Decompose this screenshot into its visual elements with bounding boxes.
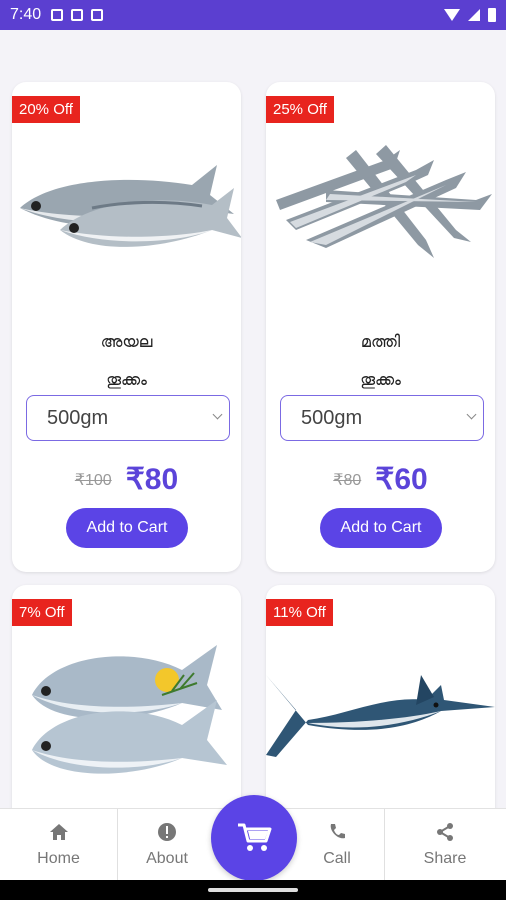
notification-icon xyxy=(51,9,64,21)
sim-icon xyxy=(71,9,84,21)
discount-badge: 11% Off xyxy=(266,599,333,626)
signal-icon xyxy=(468,9,480,21)
discounted-price: ₹80 xyxy=(125,463,179,496)
cart-button[interactable] xyxy=(211,795,297,881)
chevron-down-icon xyxy=(212,409,223,420)
original-price: ₹80 xyxy=(333,471,362,489)
nav-call[interactable]: Call xyxy=(290,809,384,881)
nav-home-label: Home xyxy=(37,850,80,867)
home-icon xyxy=(49,822,69,842)
status-bar: 7:40 xyxy=(0,0,506,30)
discount-badge: 7% Off xyxy=(12,599,72,626)
pomfret-fish-image xyxy=(32,645,227,774)
weight-select-value: 500gm xyxy=(301,406,363,429)
original-price: ₹100 xyxy=(74,471,112,489)
discount-badge: 20% Off xyxy=(12,96,80,123)
product-card[interactable]: 20% Off അയല തൂക്കം 500gm ₹100 ₹80 Add to… xyxy=(12,82,241,572)
product-name: മത്തി xyxy=(360,334,401,351)
product-grid: 20% Off അയല തൂക്കം 500gm ₹100 ₹80 Add to… xyxy=(0,30,506,808)
weight-select-value: 500gm xyxy=(47,406,109,429)
nav-call-label: Call xyxy=(323,850,351,867)
product-card[interactable]: 7% Off xyxy=(12,585,241,808)
share-icon xyxy=(435,822,455,842)
product-name: അയല xyxy=(100,334,153,351)
weight-label: തൂക്കം xyxy=(106,372,147,389)
product-card[interactable]: 11% Off xyxy=(266,585,495,808)
weight-label: തൂക്കം xyxy=(360,372,401,389)
nav-share-label: Share xyxy=(423,850,467,867)
cart-icon xyxy=(238,823,272,851)
chevron-down-icon xyxy=(466,409,477,420)
marlin-fish-image xyxy=(266,675,495,757)
product-card[interactable]: 25% Off മത്തി തൂക്കം 500gm ₹80 ₹60 Add t… xyxy=(266,82,495,572)
nav-about[interactable]: About xyxy=(117,809,217,881)
home-gesture-handle[interactable] xyxy=(208,888,298,892)
weight-select[interactable]: 500gm xyxy=(26,395,230,441)
add-to-cart-button[interactable]: Add to Cart xyxy=(66,508,188,548)
discounted-price: ₹60 xyxy=(375,463,428,496)
info-icon xyxy=(157,822,177,842)
nav-share[interactable]: Share xyxy=(384,809,506,881)
discount-badge: 25% Off xyxy=(266,96,334,123)
mackerel-fish-image xyxy=(20,165,241,247)
nav-home[interactable]: Home xyxy=(0,809,117,881)
add-to-cart-button[interactable]: Add to Cart xyxy=(320,508,442,548)
app-icon xyxy=(91,9,104,21)
phone-icon xyxy=(327,822,347,842)
status-time: 7:40 xyxy=(10,6,42,23)
system-navigation-bar xyxy=(0,880,506,900)
nav-about-label: About xyxy=(146,850,188,867)
sardine-fish-image xyxy=(276,145,492,258)
wifi-icon xyxy=(444,9,460,21)
weight-select[interactable]: 500gm xyxy=(280,395,484,441)
battery-icon xyxy=(488,8,496,22)
